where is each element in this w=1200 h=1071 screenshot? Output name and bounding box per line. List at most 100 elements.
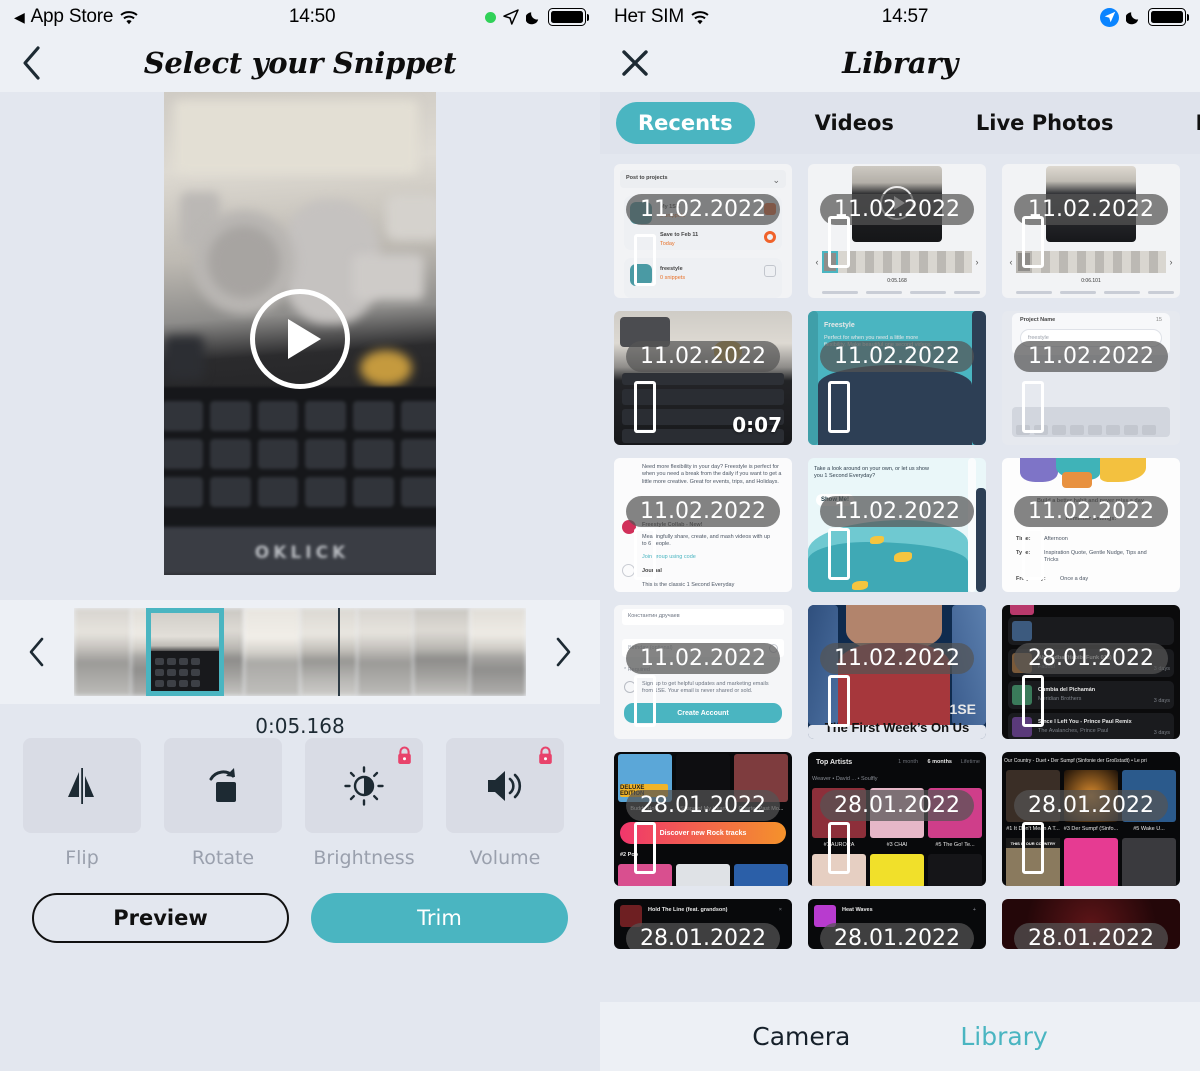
status-carrier-label: App Store [30, 6, 114, 27]
media-cell[interactable]: Post to projects ⌄ My 1SE 0 snippets Sav… [614, 164, 792, 298]
filmstrip-frame[interactable] [469, 608, 526, 696]
filmstrip-next-button[interactable] [526, 636, 600, 668]
status-indicators-right [1100, 7, 1189, 27]
back-to-app-store-arrow[interactable]: ◀ [14, 10, 25, 24]
volume-icon [488, 770, 522, 801]
rotate-icon [209, 767, 236, 802]
tab-videos[interactable]: Videos [793, 102, 916, 144]
preview-button[interactable]: Preview [32, 893, 290, 943]
media-cell[interactable]: DELUXE EDITION Buddy Holly Shape of My H… [614, 752, 792, 886]
tool-brightness-button[interactable] [305, 738, 423, 833]
media-cell[interactable]: Our Country - Duet • Der Sumpf (Sinfonie… [1002, 752, 1180, 886]
thumb-text: Hold The Line (feat. grandson) [648, 907, 728, 913]
date-badge: 11.02.2022 [626, 194, 780, 225]
moon-icon [1125, 9, 1141, 25]
tool-brightness[interactable]: Brightness [305, 738, 423, 869]
trim-button[interactable]: Trim [311, 893, 568, 943]
filmstrip-frame[interactable] [356, 608, 413, 696]
tool-flip[interactable]: Flip [23, 738, 141, 869]
filmstrip-frame[interactable] [243, 608, 300, 696]
tab-camera[interactable]: Camera [752, 1022, 850, 1051]
media-cell[interactable]: 1SE The First Week’s On Us 11.02.2022 [808, 605, 986, 739]
media-cell[interactable]: ‹ › 0:06.101 11.02.2022 [1002, 164, 1180, 298]
selection-marker[interactable] [634, 234, 656, 286]
selection-marker[interactable] [828, 822, 850, 874]
media-cell[interactable]: 0:07 11.02.2022 [614, 311, 792, 445]
keyboard: OKLICK [164, 387, 436, 575]
selection-marker[interactable] [1022, 675, 1044, 727]
page-title: Library [842, 46, 958, 80]
play-button[interactable] [250, 289, 350, 389]
filmstrip-track[interactable] [74, 608, 526, 696]
selection-marker[interactable] [1022, 822, 1044, 874]
selection-marker[interactable] [828, 528, 850, 580]
gold-object [360, 350, 412, 386]
date-badge: 11.02.2022 [626, 341, 780, 372]
tab-recents[interactable]: Recents [616, 102, 755, 144]
tool-flip-button[interactable] [23, 738, 141, 833]
tool-rotate-button[interactable] [164, 738, 282, 833]
date-badge: 11.02.2022 [1014, 341, 1168, 372]
media-cell[interactable]: Top Artists 1 month 6 months Lifetime We… [808, 752, 986, 886]
media-grid[interactable]: Post to projects ⌄ My 1SE 0 snippets Sav… [600, 154, 1200, 1071]
status-carrier-group-right: Нет SIM [614, 6, 710, 28]
filmstrip-prev-button[interactable] [0, 636, 74, 668]
thumb-text: The Avalanches, Prince Paul [1038, 728, 1109, 734]
date-badge: 11.02.2022 [820, 341, 974, 372]
media-cell[interactable]: Build a better habit and never miss a da… [1002, 458, 1180, 592]
chevron-left-icon: ‹ [815, 257, 819, 267]
selection-marker[interactable] [634, 675, 656, 727]
thumb-text: #3 CHAI [886, 842, 908, 848]
video-frame[interactable]: OKLICK [164, 92, 436, 575]
playhead[interactable] [338, 608, 340, 696]
thumb-text: freestyle [660, 266, 683, 272]
media-cell[interactable]: Ahl Jedba (Habibi Funk 015) Fadoul 3 day… [1002, 605, 1180, 739]
selection-marker[interactable] [1022, 381, 1044, 433]
thumb-text: + [972, 907, 976, 913]
filmstrip-frame[interactable] [413, 608, 470, 696]
filmstrip-frame[interactable] [300, 608, 357, 696]
thumb-text: 0 snippets [660, 275, 686, 281]
tool-volume-button[interactable] [446, 738, 564, 833]
status-indicators-left [485, 8, 589, 26]
thumb-text: Meridian Brothers [1038, 696, 1082, 702]
media-cell[interactable]: Heat Waves + 28.01.2022 [808, 899, 986, 949]
tool-rotate[interactable]: Rotate [164, 738, 282, 869]
right-nav-bar: Library [600, 34, 1200, 92]
selection-marker[interactable] [634, 528, 656, 580]
thumb-text: Inspiration Quote, Gentle Nudge, Tips an… [1044, 550, 1147, 564]
tool-volume[interactable]: Volume [446, 738, 564, 869]
media-cell[interactable]: Take a look around on your own, or let u… [808, 458, 986, 592]
tool-brightness-label: Brightness [313, 847, 415, 869]
media-cell[interactable]: Константин дручаев Birthday (optional) *… [614, 605, 792, 739]
lock-icon [396, 746, 413, 765]
tab-live-photos[interactable]: Live Photos [954, 102, 1136, 144]
selection-marker[interactable] [1022, 528, 1044, 580]
media-cell[interactable]: ‹ › 0:05.168 11.02.2022 [808, 164, 986, 298]
thumb-text: 15 [1155, 317, 1162, 323]
selection-marker[interactable] [634, 381, 656, 433]
filmstrip-selected-frame[interactable] [146, 608, 224, 696]
back-button[interactable] [20, 45, 64, 81]
thumb-text: 3 days [1153, 698, 1170, 704]
media-cell[interactable]: Freestyle Perfect for when you need a li… [808, 311, 986, 445]
selection-marker[interactable] [828, 381, 850, 433]
selection-marker[interactable] [1022, 216, 1044, 268]
tab-recently-added[interactable]: Recently Added [1173, 102, 1200, 144]
tab-library[interactable]: Library [960, 1022, 1047, 1051]
media-cell[interactable]: Hold The Line (feat. grandson) × 28.01.2… [614, 899, 792, 949]
selection-marker[interactable] [634, 822, 656, 874]
selection-marker[interactable] [828, 216, 850, 268]
media-cell[interactable]: Project Name 15 freestyle 11.02.2022 [1002, 311, 1180, 445]
video-preview-area: OKLICK [0, 92, 600, 600]
flip-icon [68, 767, 94, 804]
selection-marker[interactable] [828, 675, 850, 727]
media-cell[interactable]: Need more flexibility in your day? Frees… [614, 458, 792, 592]
media-cell[interactable]: 28.01.2022 [1002, 899, 1180, 949]
mini-time-label: 0:06.101 [1081, 278, 1101, 284]
chevron-right-icon: › [975, 257, 979, 267]
thumb-text: #5 The Go! Te... [935, 842, 975, 848]
filmstrip-frame[interactable] [74, 608, 131, 696]
dual-phone-screenshot: ◀ App Store 14:50 Select your Snippet OK… [0, 0, 1200, 1071]
close-button[interactable] [620, 48, 664, 78]
